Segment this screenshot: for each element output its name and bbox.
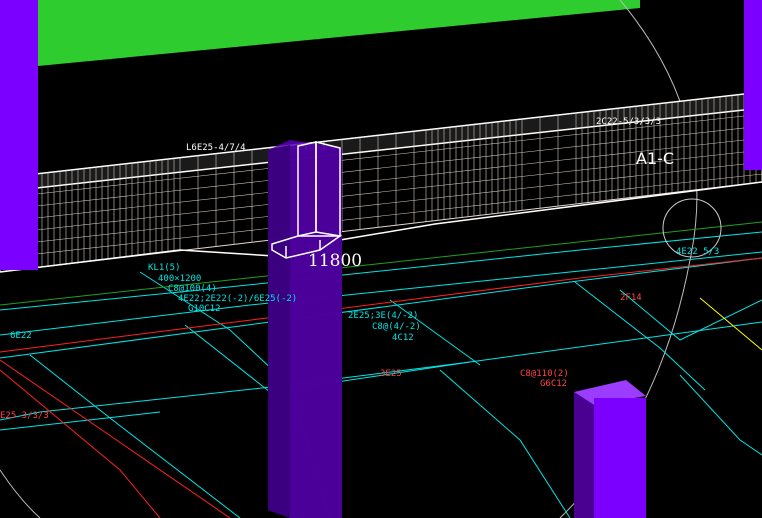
mesh-label-top-left: L6E25-4/7/4 (186, 143, 246, 153)
tag-left: E25 3/3/3 (0, 411, 49, 421)
tag-right: 4E22 5/3 (676, 247, 719, 257)
beam-annotation-8: 4C12 (392, 333, 414, 343)
beam-annotation-5: G10C12 (188, 304, 221, 314)
tag-6e22: 6E22 (10, 331, 32, 341)
beam-annotation-1: KL1(5) (148, 263, 181, 273)
dimension-label: 11800 (308, 251, 362, 271)
beam-annotation-2: 400×1200 (158, 274, 201, 284)
beam-annotation-6: 2E25;3E(4/-2) (348, 311, 418, 321)
beam-annotation-4: 4E22;2E22(-2)/6E25(-2) (178, 294, 297, 304)
mesh-label-top-right: 2C22-5/3/3/3 (596, 117, 661, 127)
column-center (268, 140, 342, 518)
axis-tag-label: A1-C (636, 149, 674, 168)
tag-2f14: 2F14 (620, 293, 642, 303)
red-axis-lines (0, 257, 762, 518)
column-right-top (744, 0, 762, 170)
view-arc-left (0, 469, 41, 518)
cad-3d-viewport[interactable]: 11800 A1-C KL1(5) 400×1200 C8@100(4) 4E2… (0, 0, 762, 518)
tag-3e25: 3E25 (380, 369, 402, 379)
beam-annotation-7: C8@(4/-2) (372, 322, 421, 332)
beam-annotation-3: C8@100(4) (168, 284, 217, 294)
beam-annotation-right-1: C8@110(2) (520, 369, 569, 379)
column-bottom-right (574, 380, 646, 518)
beam-annotation-right-2: G6C12 (540, 379, 567, 389)
column-left (0, 0, 38, 270)
yellow-line (699, 297, 762, 351)
green-slab (38, 0, 640, 66)
